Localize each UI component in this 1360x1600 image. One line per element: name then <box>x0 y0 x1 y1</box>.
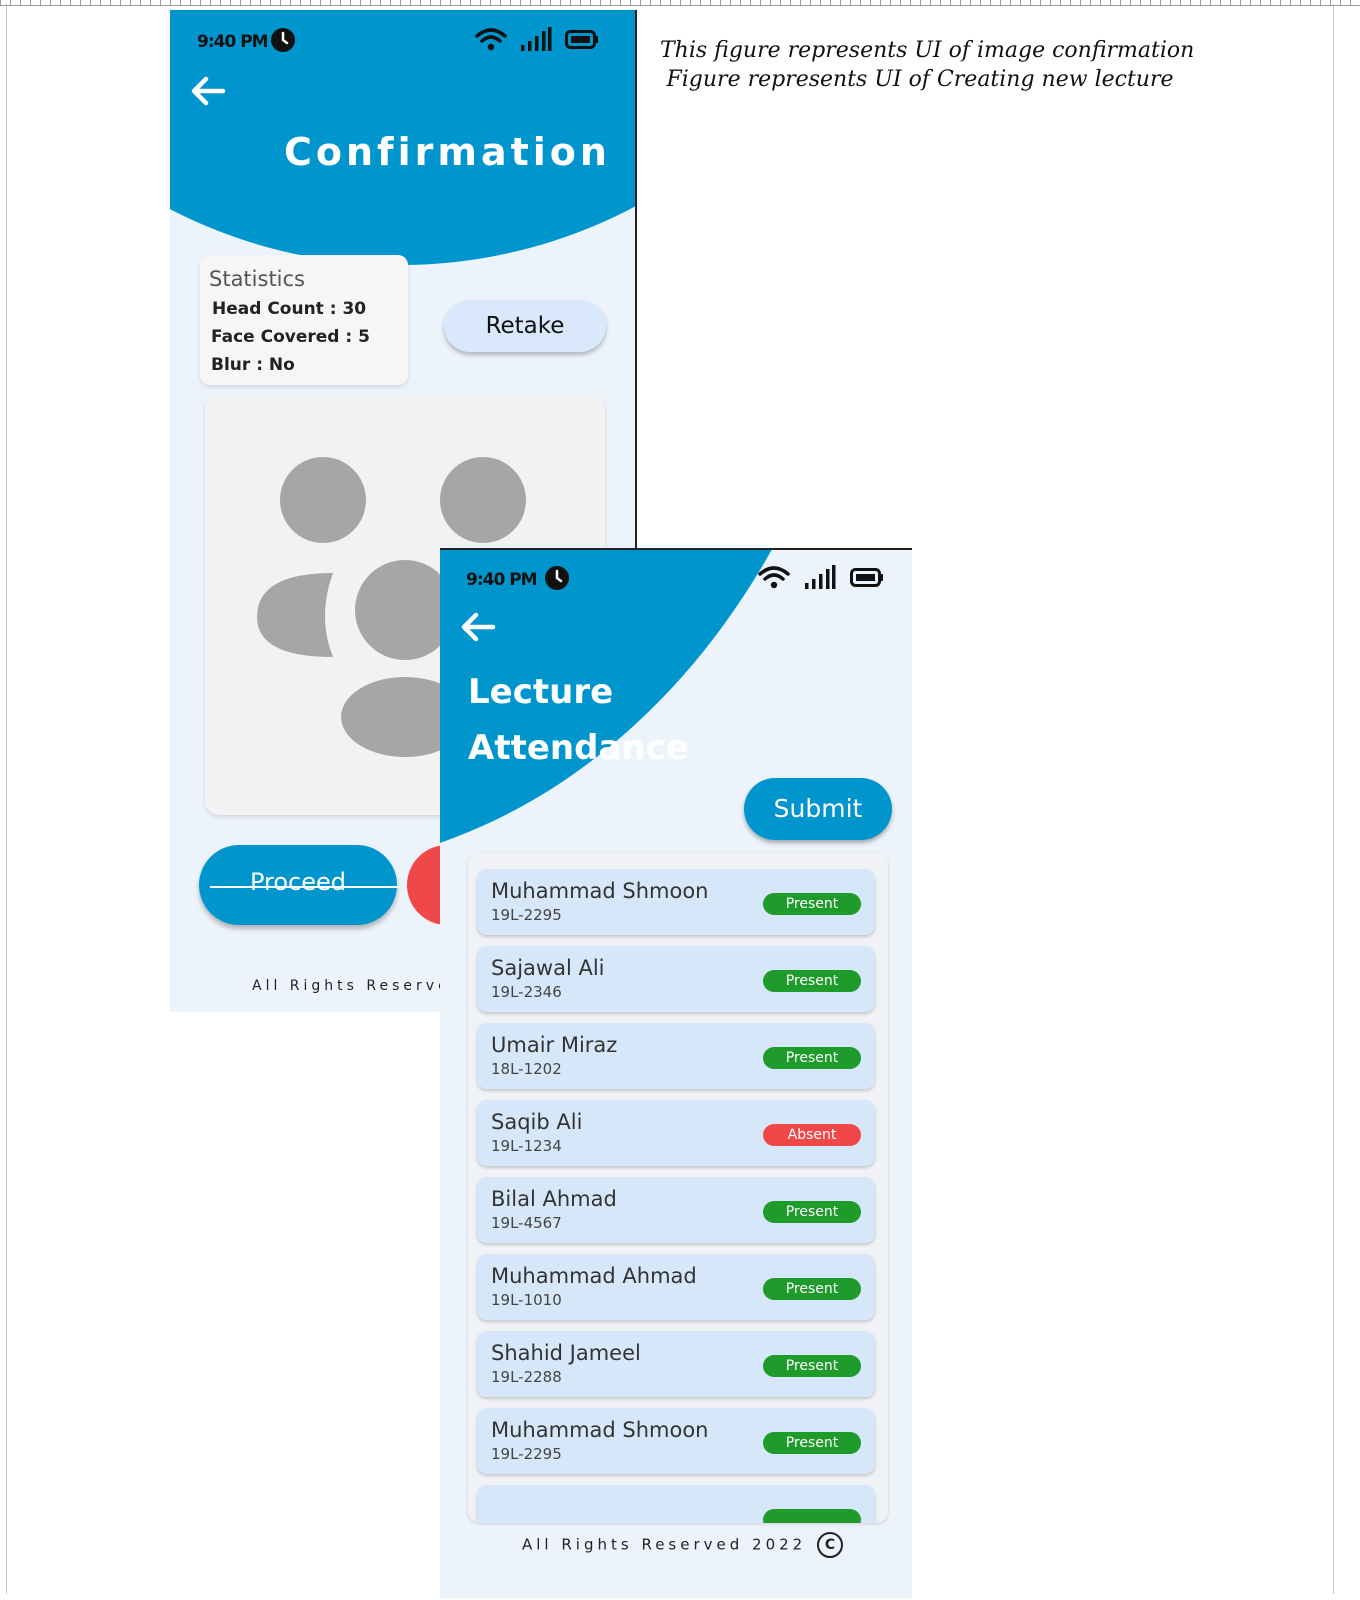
student-row[interactable]: Muhammad Shmoon 19L-2295 Present <box>477 869 875 935</box>
attendance-status-badge[interactable]: Present <box>763 970 861 992</box>
attendance-status-badge[interactable]: Present <box>763 1432 861 1454</box>
student-row[interactable]: Muhammad Shmoon 19L-2295 Present <box>477 1408 875 1474</box>
student-row[interactable]: Umair Miraz 18L-1202 Present <box>477 1023 875 1089</box>
status-bar: 9:40 PM <box>170 10 635 52</box>
student-row[interactable]: Sajawal Ali 19L-2346 Present <box>477 946 875 1012</box>
battery-icon <box>565 30 598 49</box>
blur-value: No <box>268 355 295 375</box>
clock-icon <box>545 566 569 590</box>
student-name: Bilal Ahmad <box>491 1187 617 1211</box>
student-row[interactable]: Muhammad Ahmad 19L-1010 Present <box>477 1254 875 1320</box>
student-roll-number: 19L-4567 <box>491 1214 562 1232</box>
face-covered-value: 5 <box>358 327 370 347</box>
attendance-status-badge[interactable]: Present <box>763 893 861 915</box>
battery-icon <box>850 568 883 587</box>
attendance-status-badge[interactable]: Present <box>763 1355 861 1377</box>
student-roll-number: 18L-1202 <box>491 1060 562 1078</box>
student-name: Muhammad Ahmad <box>491 1264 697 1288</box>
attendance-status-badge[interactable]: Absent <box>763 1124 861 1146</box>
student-name: Muhammad Shmoon <box>491 1418 709 1442</box>
student-roll-number: 19L-2288 <box>491 1368 562 1386</box>
ruler <box>0 0 1360 6</box>
status-bar: 9:40 PM <box>440 550 912 590</box>
page-title: Confirmation <box>284 130 611 174</box>
footer-text: All Rights Reserved 2022 C <box>522 1532 843 1558</box>
signal-icon <box>805 565 836 589</box>
face-covered-label: Face Covered : <box>211 327 353 347</box>
head-count-label: Head Count : <box>212 299 337 319</box>
submit-button[interactable]: Submit <box>744 778 892 840</box>
back-arrow-icon[interactable] <box>460 612 496 642</box>
student-row[interactable]: Bilal Ahmad 19L-4567 Present <box>477 1177 875 1243</box>
face-covered-stat: Face Covered : 5 <box>211 327 370 347</box>
student-row-partial[interactable] <box>477 1485 875 1523</box>
caption-line-2: Figure represents UI of Creating new lec… <box>666 67 1174 92</box>
page-title-line-2: Attendance <box>468 728 689 768</box>
student-name: Saqib Ali <box>491 1110 583 1134</box>
blur-stat: Blur : No <box>211 355 295 375</box>
head-count-value: 30 <box>342 299 367 319</box>
status-time: 9:40 PM <box>197 32 269 52</box>
retake-button[interactable]: Retake <box>444 300 606 352</box>
head-count-stat: Head Count : 30 <box>212 299 366 319</box>
blur-label: Blur : <box>211 355 263 375</box>
caption-line-1: This figure represents UI of image confi… <box>660 38 1195 63</box>
attendance-status-badge[interactable]: Present <box>763 1201 861 1223</box>
wifi-icon <box>475 28 507 51</box>
page-title-line-1: Lecture <box>468 672 614 712</box>
wifi-icon <box>758 566 790 589</box>
copyright-icon: C <box>816 1532 843 1558</box>
back-arrow-icon[interactable] <box>190 76 226 106</box>
student-name: Shahid Jameel <box>491 1341 641 1365</box>
attendance-status-badge[interactable]: Present <box>763 1278 861 1300</box>
attendance-status-badge[interactable]: Present <box>763 1047 861 1069</box>
student-row[interactable]: Saqib Ali 19L-1234 Absent <box>477 1100 875 1166</box>
figure-caption: This figure represents UI of image confi… <box>660 36 1195 94</box>
student-roll-number: 19L-1010 <box>491 1291 562 1309</box>
student-row[interactable]: Shahid Jameel 19L-2288 Present <box>477 1331 875 1397</box>
statistics-card: Statistics Head Count : 30 Face Covered … <box>200 255 408 385</box>
footer-label: All Rights Reserved 2022 <box>522 1535 807 1554</box>
clock-icon <box>271 28 295 52</box>
proceed-button[interactable]: Proceed <box>199 845 397 925</box>
student-roll-number: 19L-2295 <box>491 1445 562 1463</box>
student-name: Sajawal Ali <box>491 956 605 980</box>
lecture-attendance-screen: 9:40 PM Lecture Attendance Submit Muhamm… <box>440 548 912 1598</box>
student-roll-number: 19L-2295 <box>491 906 562 924</box>
proceed-underline <box>210 886 400 888</box>
attendance-status-badge[interactable] <box>763 1509 861 1523</box>
student-list[interactable]: Muhammad Shmoon 19L-2295 Present Sajawal Al… <box>468 853 888 1523</box>
status-time: 9:40 PM <box>466 570 538 590</box>
student-roll-number: 19L-1234 <box>491 1137 562 1155</box>
signal-icon <box>521 27 552 51</box>
student-roll-number: 19L-2346 <box>491 983 562 1001</box>
student-name: Umair Miraz <box>491 1033 618 1057</box>
footer-text: All Rights Reserve <box>252 978 451 994</box>
statistics-title: Statistics <box>209 267 305 291</box>
student-name: Muhammad Shmoon <box>491 879 709 903</box>
